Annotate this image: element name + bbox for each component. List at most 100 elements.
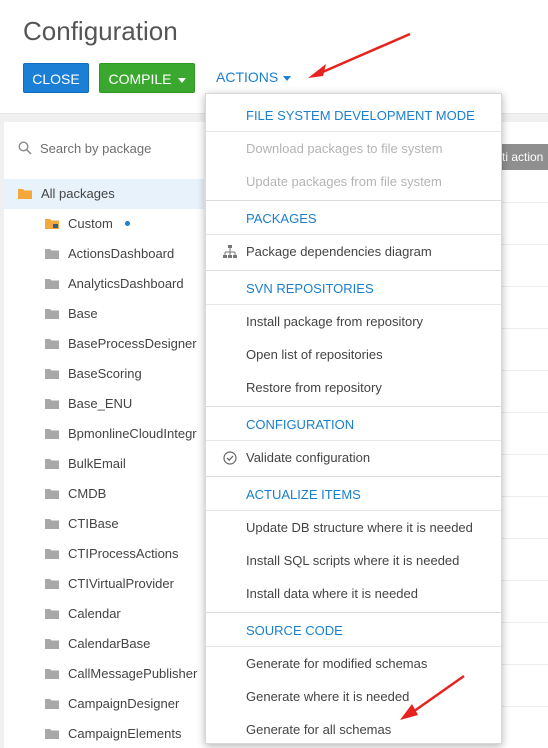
folder-icon (45, 729, 59, 739)
compile-button[interactable]: COMPILE (99, 63, 195, 93)
menu-section-header: CONFIGURATION (206, 408, 501, 441)
menu-item-label: Package dependencies diagram (246, 244, 432, 259)
tree-item-label: BaseScoring (68, 366, 142, 381)
menu-divider (206, 270, 501, 271)
folder-icon (45, 519, 59, 529)
folder-icon (45, 579, 59, 589)
close-button-label: CLOSE (32, 71, 80, 87)
tree-item-label: CMDB (68, 486, 107, 501)
modified-dot (125, 221, 130, 226)
tree-item-label: Calendar (68, 606, 121, 621)
tree-item[interactable]: CMDB (4, 479, 204, 509)
menu-item-label: Generate for modified schemas (246, 656, 428, 671)
tree-item[interactable]: AnalyticsDashboard (4, 269, 204, 299)
tree-item-label: CTIProcessActions (68, 546, 179, 561)
menu-item-label: Open list of repositories (246, 347, 383, 362)
locked-folder-icon (45, 219, 59, 229)
grid-row-divider (496, 454, 548, 455)
tree-item[interactable]: CampaignElements (4, 719, 204, 748)
menu-item[interactable]: Validate configuration (206, 441, 501, 474)
tree-item[interactable]: BaseProcessDesigner (4, 329, 204, 359)
menu-item-label: Install data where it is needed (246, 586, 418, 601)
menu-divider (206, 406, 501, 407)
menu-item: Update packages from file system (206, 165, 501, 198)
folder-icon (45, 429, 59, 439)
menu-item-label: Install SQL scripts where it is needed (246, 553, 460, 568)
tree-item-label: CallMessagePublisher (68, 666, 198, 681)
tree-item[interactable]: Base (4, 299, 204, 329)
menu-item[interactable]: Update DB structure where it is needed (206, 511, 501, 544)
menu-item[interactable]: Generate for all schemas (206, 713, 501, 746)
grid-row-divider (496, 664, 548, 665)
grid-row-divider (496, 370, 548, 371)
folder-icon (45, 669, 59, 679)
right-header-button[interactable]: ti action (496, 144, 548, 170)
page-title: Configuration (23, 16, 178, 46)
right-grid-column: ti action (496, 132, 548, 748)
tree-item-label: All packages (41, 186, 115, 201)
menu-item[interactable]: Package dependencies diagram (206, 235, 501, 268)
folder-icon (45, 609, 59, 619)
menu-divider (206, 200, 501, 201)
grid-row-divider (496, 286, 548, 287)
grid-row-divider (496, 202, 548, 203)
tree-item[interactable]: BulkEmail (4, 449, 204, 479)
search-input[interactable] (40, 138, 210, 158)
check-circle-icon (223, 451, 237, 465)
tree-item[interactable]: Base_ENU (4, 389, 204, 419)
folder-icon (45, 549, 59, 559)
tree-item-all-packages[interactable]: All packages (4, 179, 204, 209)
tree-item-label: BpmonlineCloudIntegr (68, 426, 197, 441)
tree-item[interactable]: CTIVirtualProvider (4, 569, 204, 599)
menu-divider (206, 612, 501, 613)
tree-item-label: Base (68, 306, 98, 321)
menu-item[interactable]: Generate for modified schemas (206, 647, 501, 680)
tree-item[interactable]: ActionsDashboard (4, 239, 204, 269)
grid-row-divider (496, 496, 548, 497)
tree-item[interactable]: CTIProcessActions (4, 539, 204, 569)
folder-icon (45, 369, 59, 379)
tree-item-label: AnalyticsDashboard (68, 276, 184, 291)
tree-item[interactable]: Custom (4, 209, 204, 239)
tree-item[interactable]: CalendarBase (4, 629, 204, 659)
tree-item-label: CampaignElements (68, 726, 182, 741)
menu-item-label: Install package from repository (246, 314, 424, 329)
folder-icon (45, 399, 59, 409)
menu-item-label: Update DB structure where it is needed (246, 520, 473, 535)
menu-item-label: Generate where it is needed (246, 689, 410, 704)
menu-section-header: SOURCE CODE (206, 614, 501, 647)
grid-row-divider (496, 328, 548, 329)
tree-item[interactable]: CampaignDesigner (4, 689, 204, 719)
menu-item[interactable]: Restore from repository (206, 371, 501, 404)
menu-item[interactable]: Install data where it is needed (206, 577, 501, 610)
tree-item-label: BaseProcessDesigner (68, 336, 197, 351)
folder-icon (45, 699, 59, 709)
menu-section-header: ACTUALIZE ITEMS (206, 478, 501, 511)
grid-row-divider (496, 580, 548, 581)
menu-item-label: Validate configuration (246, 450, 371, 465)
menu-item[interactable]: Generate where it is needed (206, 680, 501, 713)
tree-item[interactable]: BpmonlineCloudIntegr (4, 419, 204, 449)
tree-item-label: BulkEmail (68, 456, 126, 471)
tree-item[interactable]: Calendar (4, 599, 204, 629)
tree-item[interactable]: CTIBase (4, 509, 204, 539)
folder-icon (45, 639, 59, 649)
menu-item[interactable]: Install package from repository (206, 305, 501, 338)
tree-item[interactable]: BaseScoring (4, 359, 204, 389)
menu-item[interactable]: Install SQL scripts where it is needed (206, 544, 501, 577)
tree-item-label: ActionsDashboard (68, 246, 175, 261)
actions-button[interactable]: ACTIONS (216, 69, 292, 85)
menu-item[interactable]: Open list of repositories (206, 338, 501, 371)
hierarchy-icon (223, 245, 237, 258)
grid-row-divider (496, 622, 548, 623)
grid-row-divider (496, 706, 548, 707)
folder-icon (45, 339, 59, 349)
folder-icon (45, 249, 59, 259)
menu-section-header: SVN REPOSITORIES (206, 272, 501, 305)
tree-item[interactable]: CallMessagePublisher (4, 659, 204, 689)
actions-dropdown-menu: FILE SYSTEM DEVELOPMENT MODE Download pac… (205, 93, 502, 744)
compile-button-label: COMPILE (108, 71, 172, 87)
folder-icon (45, 279, 59, 289)
close-button[interactable]: CLOSE (23, 63, 89, 93)
menu-item-label: Generate for all schemas (246, 722, 392, 737)
